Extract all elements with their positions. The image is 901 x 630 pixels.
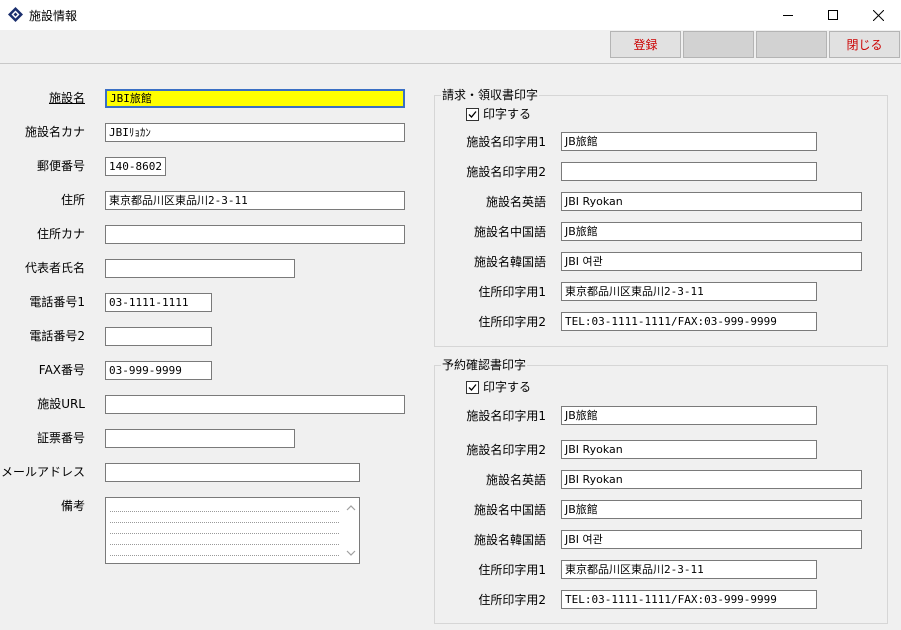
representative-input[interactable] <box>105 259 295 278</box>
invoice-name-ko-input[interactable]: JBI 여관 <box>561 252 862 271</box>
invoice-name-zh-label: 施設名中国語 <box>473 225 546 239</box>
close-window-button[interactable] <box>855 0 901 30</box>
email-input[interactable] <box>105 463 360 482</box>
reservation-address-print1-label: 住所印字用1 <box>478 563 546 577</box>
window-title: 施設情報 <box>29 9 78 23</box>
register-button[interactable]: 登録 <box>610 31 681 58</box>
close-icon <box>872 9 884 21</box>
facility-name-kana-label: 施設名カナ <box>24 125 85 139</box>
facility-name-kana-input[interactable]: JBIﾘｮｶﾝ <box>105 123 405 142</box>
reservation-name-print2-input[interactable]: JBI Ryokan <box>561 440 817 459</box>
phone1-input[interactable]: 03-1111-1111 <box>105 293 212 312</box>
phone2-label: 電話番号2 <box>29 329 85 343</box>
toolbar-blank-button-1[interactable] <box>683 31 754 58</box>
reservation-address-print1-input[interactable]: 東京都品川区東品川2-3-11 <box>561 560 817 579</box>
memo-label: 備考 <box>60 499 85 513</box>
invoice-name-print1-label: 施設名印字用1 <box>466 135 546 149</box>
address-input[interactable]: 東京都品川区東品川2-3-11 <box>105 191 405 210</box>
representative-label: 代表者氏名 <box>24 261 85 275</box>
memo-textarea[interactable] <box>105 497 360 564</box>
maximize-icon <box>828 10 838 20</box>
memo-scroll-up-icon[interactable] <box>345 502 357 514</box>
invoice-name-print2-label: 施設名印字用2 <box>466 165 546 179</box>
facility-name-label: 施設名 <box>48 91 85 105</box>
toolbar-blank-button-2[interactable] <box>756 31 827 58</box>
reservation-name-print2-label: 施設名印字用2 <box>466 443 546 457</box>
phone1-label: 電話番号1 <box>29 295 85 309</box>
minimize-button[interactable] <box>765 0 811 30</box>
invoice-print-group-title: 請求・領収書印字 <box>441 88 540 102</box>
email-label: メールアドレス <box>0 465 85 479</box>
reservation-print-group-title: 予約確認書印字 <box>441 358 528 372</box>
reservation-name-print1-input[interactable]: JB旅館 <box>561 406 817 425</box>
checkmark-icon <box>468 384 477 391</box>
address-kana-label: 住所カナ <box>36 227 85 241</box>
invoice-print-checkbox[interactable] <box>466 108 479 121</box>
fax-label: FAX番号 <box>38 363 85 377</box>
reservation-name-ko-input[interactable]: JBI 여관 <box>561 530 862 549</box>
phone2-input[interactable] <box>105 327 212 346</box>
fax-input[interactable]: 03-999-9999 <box>105 361 212 380</box>
invoice-name-print1-input[interactable]: JB旅館 <box>561 132 817 151</box>
reservation-name-zh-input[interactable]: JB旅館 <box>561 500 862 519</box>
certificate-number-label: 証票番号 <box>36 431 85 445</box>
invoice-name-ko-label: 施設名韓国語 <box>473 255 546 269</box>
reservation-name-en-label: 施設名英語 <box>485 473 546 487</box>
checkmark-icon <box>468 111 477 118</box>
reservation-name-en-input[interactable]: JBI Ryokan <box>561 470 862 489</box>
invoice-print-checkbox-label: 印字する <box>483 107 532 121</box>
close-button[interactable]: 閉じる <box>829 31 900 58</box>
postal-code-label: 郵便番号 <box>36 159 85 173</box>
invoice-name-en-label: 施設名英語 <box>485 195 546 209</box>
address-kana-input[interactable] <box>105 225 405 244</box>
reservation-print-checkbox-label: 印字する <box>483 380 532 394</box>
postal-code-input[interactable]: 140-8602 <box>105 157 166 176</box>
hotel-app-icon <box>8 7 23 22</box>
reservation-name-print1-label: 施設名印字用1 <box>466 409 546 423</box>
minimize-icon <box>783 15 793 16</box>
invoice-address-print2-label: 住所印字用2 <box>478 315 546 329</box>
url-input[interactable] <box>105 395 405 414</box>
certificate-number-input[interactable] <box>105 429 295 448</box>
address-label: 住所 <box>60 193 85 207</box>
reservation-address-print2-label: 住所印字用2 <box>478 593 546 607</box>
invoice-address-print1-label: 住所印字用1 <box>478 285 546 299</box>
reservation-name-ko-label: 施設名韓国語 <box>473 533 546 547</box>
reservation-address-print2-input[interactable]: TEL:03-1111-1111/FAX:03-999-9999 <box>561 590 817 609</box>
reservation-name-zh-label: 施設名中国語 <box>473 503 546 517</box>
invoice-name-en-input[interactable]: JBI Ryokan <box>561 192 862 211</box>
invoice-name-print2-input[interactable] <box>561 162 817 181</box>
url-label: 施設URL <box>37 397 85 411</box>
maximize-button[interactable] <box>810 0 856 30</box>
reservation-print-checkbox[interactable] <box>466 381 479 394</box>
invoice-address-print2-input[interactable]: TEL:03-1111-1111/FAX:03-999-9999 <box>561 312 817 331</box>
facility-name-input[interactable]: JBI旅館 <box>105 89 405 108</box>
invoice-address-print1-input[interactable]: 東京都品川区東品川2-3-11 <box>561 282 817 301</box>
memo-scroll-down-icon[interactable] <box>345 547 357 559</box>
reservation-print-group <box>434 365 888 624</box>
invoice-name-zh-input[interactable]: JB旅館 <box>561 222 862 241</box>
